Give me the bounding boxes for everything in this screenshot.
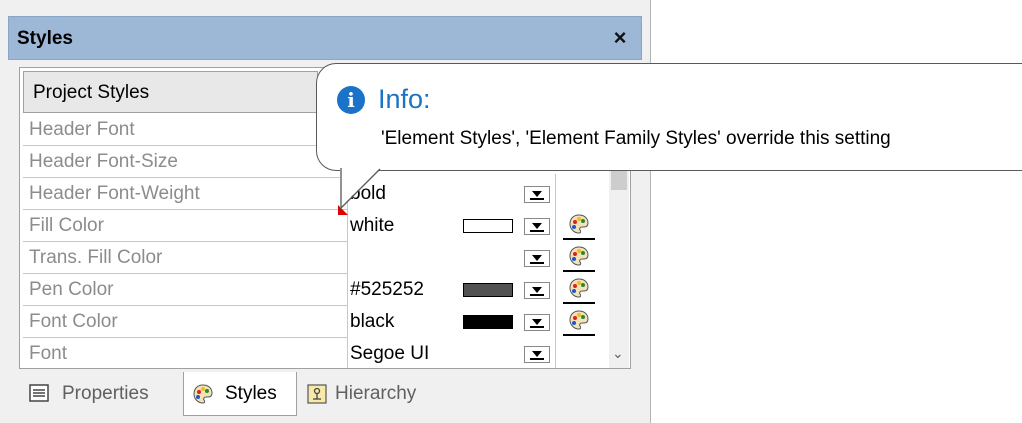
section-header-label: Project Styles — [33, 82, 150, 103]
dropdown-button[interactable] — [524, 314, 550, 331]
color-picker-button[interactable] — [563, 244, 595, 272]
tab-label: Hierarchy — [335, 383, 417, 404]
tooltip-message: 'Element Styles', 'Element Family Styles… — [381, 128, 891, 149]
color-picker-button[interactable] — [563, 212, 595, 240]
tab-label: Properties — [62, 383, 149, 404]
dropdown-button[interactable] — [524, 346, 550, 363]
close-icon[interactable]: × — [605, 23, 635, 53]
property-name: Font — [29, 343, 68, 364]
section-header[interactable]: Project Styles — [23, 71, 318, 113]
panel-tabs: Properties Styles Hierarchy — [19, 372, 631, 418]
property-row[interactable]: Fill Color white — [23, 210, 609, 242]
property-row[interactable]: Font Color black — [23, 306, 609, 338]
palette-icon — [569, 278, 589, 298]
dropdown-button[interactable] — [524, 282, 550, 299]
tab-properties[interactable]: Properties — [19, 372, 181, 416]
property-name: Header Font-Size — [29, 151, 178, 172]
property-name: Fill Color — [29, 215, 104, 236]
hierarchy-icon — [307, 384, 327, 404]
panel-title: Styles — [17, 28, 73, 49]
tab-styles[interactable]: Styles — [183, 372, 297, 416]
color-swatch — [463, 219, 513, 233]
property-row[interactable]: Font Segoe UI — [23, 338, 609, 368]
property-name: Header Font-Weight — [29, 183, 200, 204]
property-value[interactable]: Segoe UI — [350, 343, 429, 365]
property-name: Pen Color — [29, 279, 114, 300]
property-name: Header Font — [29, 119, 135, 140]
property-value[interactable]: white — [350, 215, 394, 237]
palette-icon — [569, 310, 589, 330]
property-name: Trans. Fill Color — [29, 247, 163, 268]
property-row[interactable]: Trans. Fill Color — [23, 242, 609, 274]
dropdown-button[interactable] — [524, 250, 550, 267]
tab-label: Styles — [225, 383, 277, 404]
color-picker-button[interactable] — [563, 276, 595, 304]
tab-hierarchy[interactable]: Hierarchy — [301, 372, 451, 416]
palette-icon — [569, 214, 589, 234]
property-name: Font Color — [29, 311, 118, 332]
property-row[interactable]: Header Font-Weight bold — [23, 178, 609, 210]
dropdown-button[interactable] — [524, 186, 550, 203]
property-row[interactable]: Pen Color #525252 — [23, 274, 609, 306]
property-value[interactable]: black — [350, 311, 394, 333]
dropdown-button[interactable] — [524, 218, 550, 235]
property-value[interactable]: #525252 — [350, 279, 424, 301]
vertical-scrollbar[interactable]: ⌄ — [609, 168, 629, 368]
palette-icon — [193, 384, 213, 404]
info-icon: i — [337, 86, 365, 114]
scrollbar-thumb[interactable] — [611, 170, 627, 190]
color-swatch — [463, 283, 513, 297]
info-tooltip — [316, 63, 1022, 171]
tooltip-tail — [340, 168, 381, 210]
palette-icon — [569, 246, 589, 266]
color-picker-button[interactable] — [563, 308, 595, 336]
scroll-down-icon[interactable]: ⌄ — [612, 345, 624, 362]
panel-titlebar: Styles × — [8, 16, 642, 60]
properties-icon — [29, 384, 49, 402]
tooltip-title: Info: — [378, 84, 431, 114]
color-swatch — [463, 315, 513, 329]
column-divider — [555, 174, 556, 368]
